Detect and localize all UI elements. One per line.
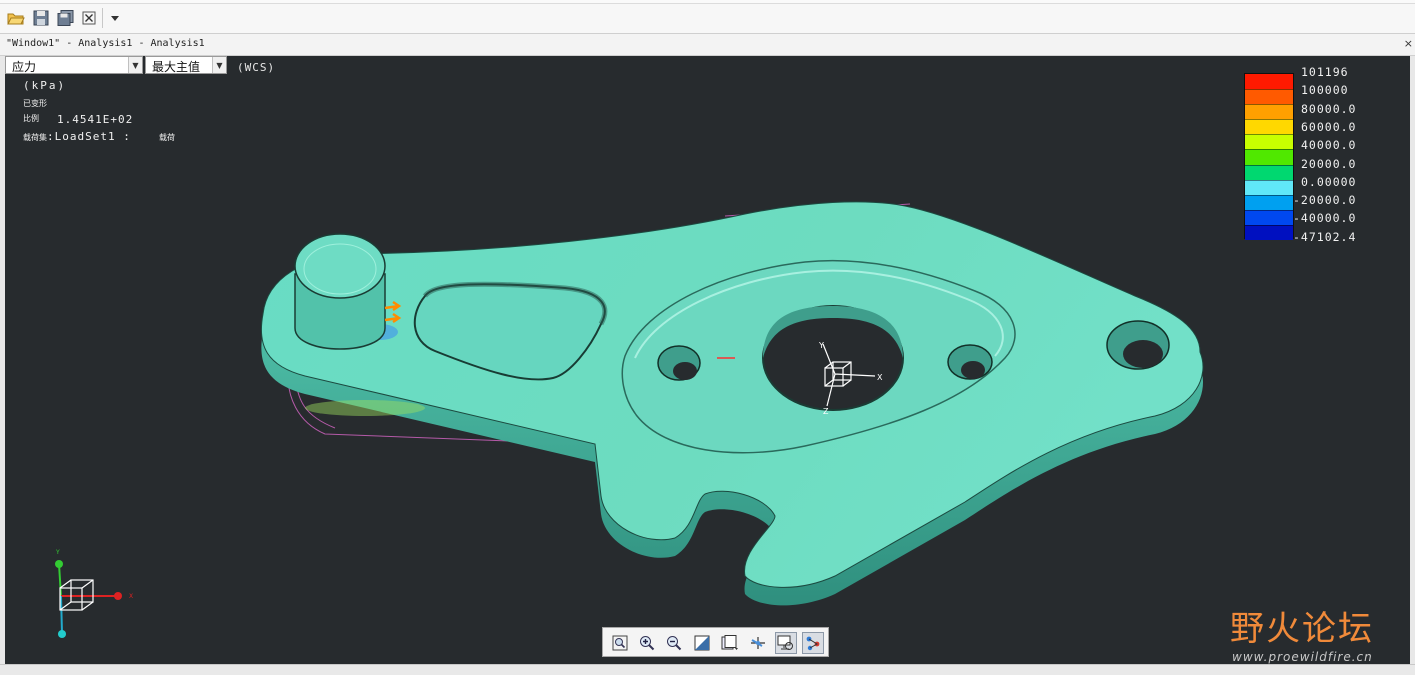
zoom-out-icon[interactable]: [663, 632, 685, 654]
legend-label: 0.00000: [1301, 174, 1357, 189]
legend-color-band: [1245, 104, 1293, 120]
legend-color-band: [1245, 134, 1293, 150]
stress-fringe-model: Y X Z Y X: [55, 201, 1204, 638]
datum-display-icon[interactable]: [802, 632, 824, 654]
fringe-legend-bar: [1244, 73, 1294, 240]
save-copy-icon[interactable]: [55, 8, 75, 28]
view-toolbar: [602, 627, 829, 657]
legend-color-band: [1245, 164, 1293, 180]
legend-color-band: [1245, 194, 1293, 210]
legend-label: 101196: [1301, 65, 1349, 79]
zoom-in-icon[interactable]: [636, 632, 658, 654]
legend-label: 20000.0: [1301, 156, 1357, 171]
legend-label: 40000.0: [1301, 138, 1357, 153]
close-window-icon[interactable]: [79, 8, 99, 28]
legend-color-band: [1245, 89, 1293, 105]
legend-label: -40000.0: [1293, 211, 1357, 226]
wcs-triad-z: Z: [823, 407, 829, 416]
legend-color-band: [1245, 149, 1293, 165]
saved-views-icon[interactable]: [719, 632, 741, 654]
zoom-fit-icon[interactable]: [609, 632, 631, 654]
legend-label: -47102.4: [1293, 229, 1357, 244]
triad-x-label: X: [129, 593, 133, 600]
graphics-viewport[interactable]: 应力 ▼ 最大主值 ▼ (WCS) (kPa) 已变形 比例 1.4541E+0…: [5, 56, 1410, 664]
legend-color-band: [1245, 119, 1293, 135]
legend-label: -20000.0: [1293, 193, 1357, 208]
shading-icon[interactable]: [691, 632, 713, 654]
dropdown-arrow-icon[interactable]: [105, 8, 125, 28]
close-icon[interactable]: ×: [1404, 37, 1413, 50]
wcs-triad-x: X: [877, 373, 883, 382]
legend-label: 100000: [1301, 83, 1349, 98]
quick-access-toolbar: [0, 0, 1415, 34]
triad-y-label: Y: [55, 549, 60, 556]
window-title-bar: "Window1" - Analysis1 - Analysis1 ×: [0, 34, 1415, 56]
legend-color-band: [1245, 74, 1293, 90]
legend-color-band: [1245, 209, 1293, 225]
wcs-triad-y: Y: [818, 341, 824, 350]
legend-label: 80000.0: [1301, 101, 1357, 116]
open-folder-icon[interactable]: [6, 8, 26, 28]
status-strip: [0, 664, 1415, 675]
legend-color-band: [1245, 179, 1293, 195]
orientation-triad: Y X: [55, 549, 133, 638]
legend-label: 60000.0: [1301, 119, 1357, 134]
watermark-logo-text: 野火论坛: [1230, 609, 1374, 649]
app-window: "Window1" - Analysis1 - Analysis1 × 应力 ▼…: [0, 0, 1415, 675]
window-title: "Window1" - Analysis1 - Analysis1: [6, 38, 205, 49]
spin-center-icon[interactable]: [747, 632, 769, 654]
watermark-url: www.proewildfire.cn: [1232, 650, 1373, 664]
display-style-icon[interactable]: [775, 632, 797, 654]
legend-color-band: [1245, 224, 1293, 240]
save-icon[interactable]: [31, 8, 51, 28]
